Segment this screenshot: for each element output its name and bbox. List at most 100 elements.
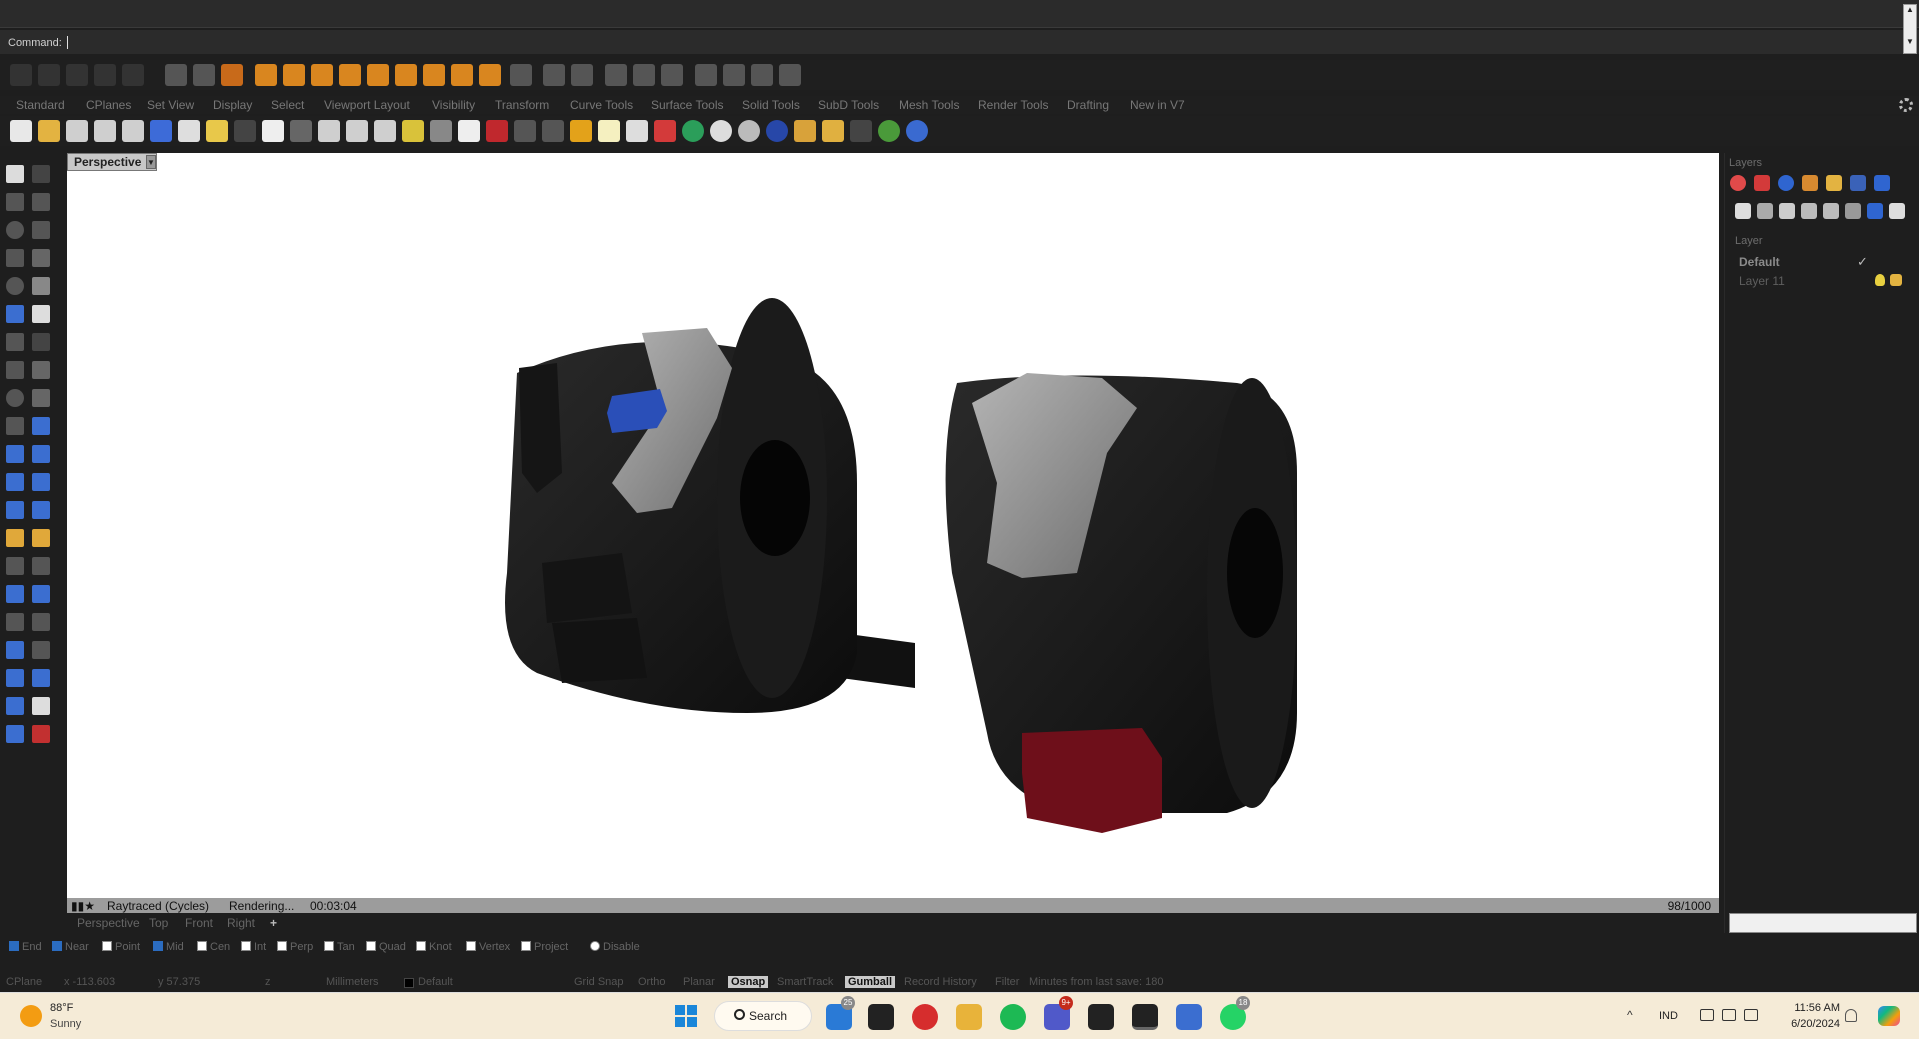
polyline-tool-icon[interactable] xyxy=(6,193,24,211)
osnap-point-checkbox[interactable] xyxy=(102,941,112,951)
folder-icon[interactable] xyxy=(1826,175,1842,191)
tool-icon[interactable] xyxy=(479,64,501,86)
volume-icon[interactable] xyxy=(1722,1009,1736,1021)
tool-icon[interactable] xyxy=(66,64,88,86)
select-arrow-icon[interactable] xyxy=(6,165,24,183)
tab-transform[interactable]: Transform xyxy=(495,98,549,112)
network-icon[interactable] xyxy=(1700,1009,1714,1021)
language-indicator[interactable]: IND xyxy=(1659,1010,1678,1022)
tab-new-in-v7[interactable]: New in V7 xyxy=(1130,98,1185,112)
ellipse-tool-icon[interactable] xyxy=(6,277,24,295)
tab-top[interactable]: Top xyxy=(149,916,168,930)
taskbar-search[interactable]: Search xyxy=(714,1001,812,1031)
rhino-app-icon-active[interactable] xyxy=(1132,1004,1158,1030)
new-layer-icon[interactable] xyxy=(1735,203,1751,219)
tool-icon[interactable] xyxy=(255,64,277,86)
layout-tool-icon[interactable] xyxy=(6,725,24,743)
lock-icon[interactable] xyxy=(1890,274,1902,286)
notification-bell-icon[interactable] xyxy=(1845,1009,1857,1022)
bulb-icon[interactable] xyxy=(1875,274,1885,286)
surface-tool-icon[interactable] xyxy=(6,305,24,323)
tool-icon[interactable] xyxy=(543,64,565,86)
offset-tool-icon[interactable] xyxy=(32,305,50,323)
tool-icon[interactable] xyxy=(751,64,773,86)
current-layer[interactable]: Default xyxy=(418,976,453,988)
globe-icon[interactable] xyxy=(878,120,900,142)
options-icon[interactable] xyxy=(850,120,872,142)
osnap-cen-checkbox[interactable] xyxy=(197,941,207,951)
mesh-tool-icon[interactable] xyxy=(32,417,50,435)
tab-mesh-tools[interactable]: Mesh Tools xyxy=(899,98,959,112)
history-tool-icon[interactable] xyxy=(32,725,50,743)
tab-perspective[interactable]: Perspective xyxy=(77,916,140,930)
materials-icon[interactable] xyxy=(1754,175,1770,191)
battery-icon[interactable] xyxy=(1744,1009,1758,1021)
tab-select[interactable]: Select xyxy=(271,98,304,112)
point-tool-icon[interactable] xyxy=(32,165,50,183)
fillet-tool-icon[interactable] xyxy=(32,277,50,295)
tab-drafting[interactable]: Drafting xyxy=(1067,98,1109,112)
box-tool-icon[interactable] xyxy=(32,361,50,379)
zoom-selected-icon[interactable] xyxy=(402,120,424,142)
sweep-tool-icon[interactable] xyxy=(6,417,24,435)
tab-curve-tools[interactable]: Curve Tools xyxy=(570,98,633,112)
windows-start-icon[interactable] xyxy=(675,1005,697,1027)
osnap-vertex-checkbox[interactable] xyxy=(466,941,476,951)
tab-right[interactable]: Right xyxy=(227,916,255,930)
tab-surface-tools[interactable]: Surface Tools xyxy=(651,98,724,112)
copilot-icon[interactable] xyxy=(1878,1006,1900,1026)
layer-default[interactable]: Default xyxy=(1739,255,1780,269)
undo-icon[interactable] xyxy=(234,120,256,142)
osnap-end[interactable]: End xyxy=(9,941,42,953)
rotate-view-icon[interactable] xyxy=(290,120,312,142)
osnap-project[interactable]: Project xyxy=(521,941,568,953)
mirror-tool-icon[interactable] xyxy=(6,613,24,631)
copy-icon[interactable] xyxy=(178,120,200,142)
osnap-project-checkbox[interactable] xyxy=(521,941,531,951)
copy-tool-icon[interactable] xyxy=(32,557,50,575)
text-tool-icon[interactable] xyxy=(6,641,24,659)
osnap-vertex[interactable]: Vertex xyxy=(466,941,510,953)
clock-time[interactable]: 11:56 AM xyxy=(1782,1002,1840,1014)
sun-icon[interactable] xyxy=(20,1005,42,1027)
point-cloud-icon[interactable] xyxy=(32,333,50,351)
record-history-toggle[interactable]: Record History xyxy=(904,976,977,988)
shaded-sphere-icon[interactable] xyxy=(710,120,732,142)
weather-temperature[interactable]: 88°F xyxy=(50,1002,73,1014)
zoom-window-icon[interactable] xyxy=(346,120,368,142)
layer-11[interactable]: Layer 11 xyxy=(1739,274,1785,288)
rendered-sphere-icon[interactable] xyxy=(738,120,760,142)
osnap-int-checkbox[interactable] xyxy=(241,941,251,951)
export-icon[interactable] xyxy=(122,120,144,142)
tool-icon[interactable] xyxy=(695,64,717,86)
rhino-app-icon[interactable] xyxy=(868,1004,894,1030)
paste-icon[interactable] xyxy=(206,120,228,142)
osnap-near[interactable]: Near xyxy=(52,941,89,953)
explode-tool-icon[interactable] xyxy=(6,529,24,547)
rhino-app-icon-2[interactable] xyxy=(1088,1004,1114,1030)
tool-icon[interactable] xyxy=(661,64,683,86)
curve-icon[interactable] xyxy=(542,120,564,142)
boolean-tool-icon[interactable] xyxy=(32,473,50,491)
filter-toggle[interactable]: Filter xyxy=(995,976,1019,988)
scroll-down-icon[interactable]: ▼ xyxy=(1904,37,1916,47)
layer-tools-icon[interactable] xyxy=(1889,203,1905,219)
properties-icon[interactable] xyxy=(654,120,676,142)
cone-tool-icon[interactable] xyxy=(32,445,50,463)
tool-icon[interactable] xyxy=(38,64,60,86)
point-icon[interactable] xyxy=(514,120,536,142)
planar-toggle[interactable]: Planar xyxy=(683,976,715,988)
tool-icon[interactable] xyxy=(367,64,389,86)
filter-icon[interactable] xyxy=(1867,203,1883,219)
analyze-tool-icon[interactable] xyxy=(32,669,50,687)
dimension-tool-icon[interactable] xyxy=(32,641,50,659)
viewport-title[interactable]: Perspective xyxy=(67,153,157,171)
osnap-quad-checkbox[interactable] xyxy=(366,941,376,951)
print-icon[interactable] xyxy=(94,120,116,142)
tool-icon[interactable] xyxy=(165,64,187,86)
circle-tool-icon[interactable] xyxy=(6,221,24,239)
tab-visibility[interactable]: Visibility xyxy=(432,98,475,112)
arc-tool-icon[interactable] xyxy=(32,221,50,239)
solid-tool-icon[interactable] xyxy=(6,473,24,491)
tool-icon[interactable] xyxy=(311,64,333,86)
